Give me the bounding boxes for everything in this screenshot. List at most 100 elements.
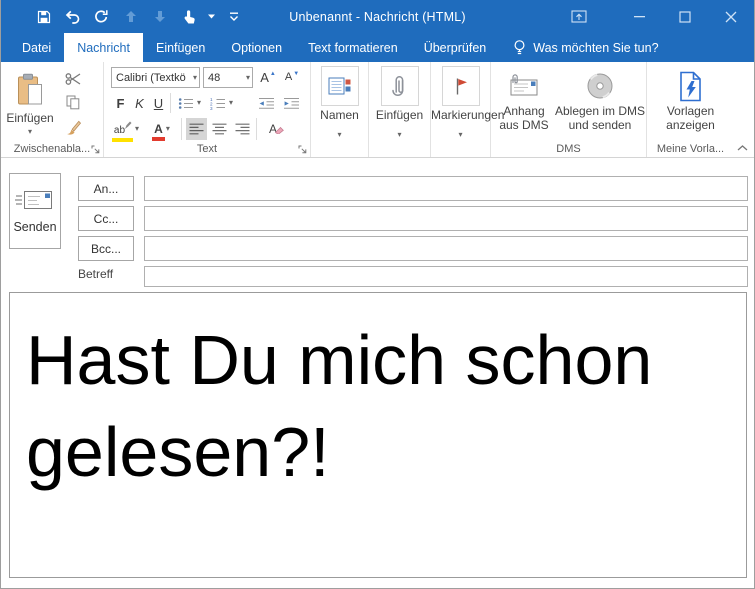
next-item-icon — [154, 10, 166, 23]
align-left-icon — [189, 123, 204, 135]
format-painter-button[interactable] — [59, 116, 87, 138]
send-button[interactable]: Senden — [9, 173, 61, 249]
maximize-button[interactable] — [662, 0, 708, 33]
tags-dropdown-button[interactable]: Markierungen ▾ — [431, 62, 504, 157]
align-center-icon — [212, 123, 227, 135]
dms-store-send-button[interactable]: Ablegen im DMS und senden — [555, 62, 645, 143]
names-label: Namen — [320, 108, 359, 122]
cc-input[interactable] — [144, 206, 748, 231]
dms-attach-button[interactable]: Anhang aus DMS — [493, 62, 555, 143]
outlook-message-window: Unbenannt - Nachricht (HTML) Datei Nachr… — [0, 0, 755, 589]
decrease-indent-button[interactable] — [255, 93, 277, 113]
send-icon — [15, 188, 55, 212]
group-label-dms: DMS — [556, 143, 581, 155]
font-color-button[interactable]: A ▾ — [147, 118, 177, 141]
paste-button[interactable]: Einfügen ▾ — [6, 66, 54, 142]
include-label: Einfügen — [375, 108, 424, 122]
align-right-button[interactable] — [232, 118, 253, 140]
cut-icon — [65, 72, 82, 86]
previous-item-button[interactable] — [116, 4, 145, 30]
include-dropdown-button[interactable]: Einfügen ▾ — [369, 62, 430, 157]
names-icon — [320, 66, 359, 106]
tab-optionen[interactable]: Optionen — [218, 33, 295, 62]
tab-ueberpruefen[interactable]: Überprüfen — [411, 33, 500, 62]
underline-icon: U — [153, 95, 164, 111]
cut-button[interactable] — [59, 69, 87, 89]
triangle-up-icon: ▲ — [269, 70, 276, 77]
bullets-button[interactable]: ▾ — [175, 93, 204, 113]
grow-font-button[interactable]: A ▲ — [257, 67, 279, 88]
shrink-font-icon: A — [284, 71, 293, 83]
increase-indent-button[interactable] — [280, 93, 302, 113]
group-dms: Anhang aus DMS Ablegen im DMS und senden… — [491, 62, 647, 157]
dialog-launcher-icon[interactable] — [90, 144, 100, 154]
next-item-button[interactable] — [145, 4, 174, 30]
chevron-down-icon: ▾ — [192, 72, 197, 82]
align-center-button[interactable] — [209, 118, 230, 140]
to-button[interactable]: An... — [78, 176, 134, 201]
font-name-combo[interactable]: Calibri (Textkö ▾ — [111, 67, 200, 88]
to-input[interactable] — [144, 176, 748, 201]
clear-formatting-button[interactable]: A — [261, 118, 285, 140]
collapse-ribbon-icon — [737, 145, 748, 151]
qat-customize-button[interactable] — [219, 4, 248, 30]
minimize-button[interactable] — [616, 0, 662, 33]
ribbon-display-options-button[interactable] — [556, 0, 602, 33]
to-label: An... — [93, 181, 119, 196]
paste-icon — [16, 73, 44, 107]
undo-icon — [64, 10, 81, 24]
collapse-ribbon-button[interactable] — [734, 142, 750, 154]
separator — [170, 93, 171, 113]
font-color-icon: A — [152, 122, 165, 141]
tab-einfuegen[interactable]: Einfügen — [143, 33, 218, 62]
close-icon — [725, 11, 737, 23]
group-label-zwischenablage: Zwischenabla... — [13, 143, 91, 155]
save-button[interactable] — [29, 4, 58, 30]
group-zwischenablage: Einfügen ▾ Zwischenabla... — [1, 62, 104, 157]
attach-icon — [380, 66, 419, 106]
copy-button[interactable] — [59, 92, 87, 112]
send-label: Senden — [13, 220, 57, 234]
bcc-button[interactable]: Bcc... — [78, 236, 134, 261]
text-highlight-button[interactable]: ab ▾ — [110, 118, 143, 142]
bcc-input[interactable] — [144, 236, 748, 261]
minimize-icon — [633, 11, 645, 22]
font-name-value: Calibri (Textkö — [116, 71, 186, 84]
touch-mode-button[interactable] — [174, 4, 203, 30]
decrease-indent-icon — [258, 97, 275, 110]
group-einfuegen: Einfügen ▾ — [369, 62, 431, 157]
dms-attach-icon — [506, 70, 542, 102]
separator — [256, 118, 257, 140]
show-templates-button[interactable]: Vorlagen anzeigen — [651, 62, 730, 143]
align-right-icon — [235, 123, 250, 135]
paste-label: Einfügen — [6, 110, 54, 125]
message-body-editor[interactable]: Hast Du mich schon gelesen?! — [9, 292, 747, 578]
dms-attach-line2: aus DMS — [499, 118, 549, 132]
tell-me-box[interactable]: Was möchten Sie tun? — [513, 33, 659, 62]
shrink-font-button[interactable]: A ▼ — [281, 67, 303, 88]
close-button[interactable] — [708, 0, 754, 33]
subject-input[interactable] — [144, 266, 748, 287]
cc-button[interactable]: Cc... — [78, 206, 134, 231]
copy-icon — [66, 95, 80, 110]
bold-button[interactable]: F — [112, 93, 129, 113]
font-size-combo[interactable]: 48 ▾ — [203, 67, 253, 88]
tab-text-formatieren[interactable]: Text formatieren — [295, 33, 411, 62]
ribbon-tab-bar: Datei Nachricht Einfügen Optionen Text f… — [1, 33, 754, 62]
numbering-button[interactable]: 123 ▾ — [207, 93, 236, 113]
tab-nachricht[interactable]: Nachricht — [64, 33, 143, 62]
touch-mode-dropdown[interactable] — [203, 4, 219, 30]
undo-button[interactable] — [58, 4, 87, 30]
underline-button[interactable]: U — [150, 93, 167, 113]
italic-button[interactable]: K — [131, 93, 148, 113]
align-left-button[interactable] — [186, 118, 207, 140]
tab-datei[interactable]: Datei — [9, 33, 64, 62]
dialog-launcher-icon[interactable] — [297, 144, 307, 154]
subject-label: Betreff — [78, 267, 114, 281]
chevron-down-icon: ▾ — [397, 130, 402, 139]
names-dropdown-button[interactable]: Namen ▾ — [311, 62, 368, 157]
ribbon: Einfügen ▾ Zwischenabla... Calibri (Text… — [1, 62, 754, 158]
redo-button[interactable] — [87, 4, 116, 30]
svg-text:3: 3 — [210, 106, 213, 110]
format-painter-icon — [65, 119, 82, 136]
